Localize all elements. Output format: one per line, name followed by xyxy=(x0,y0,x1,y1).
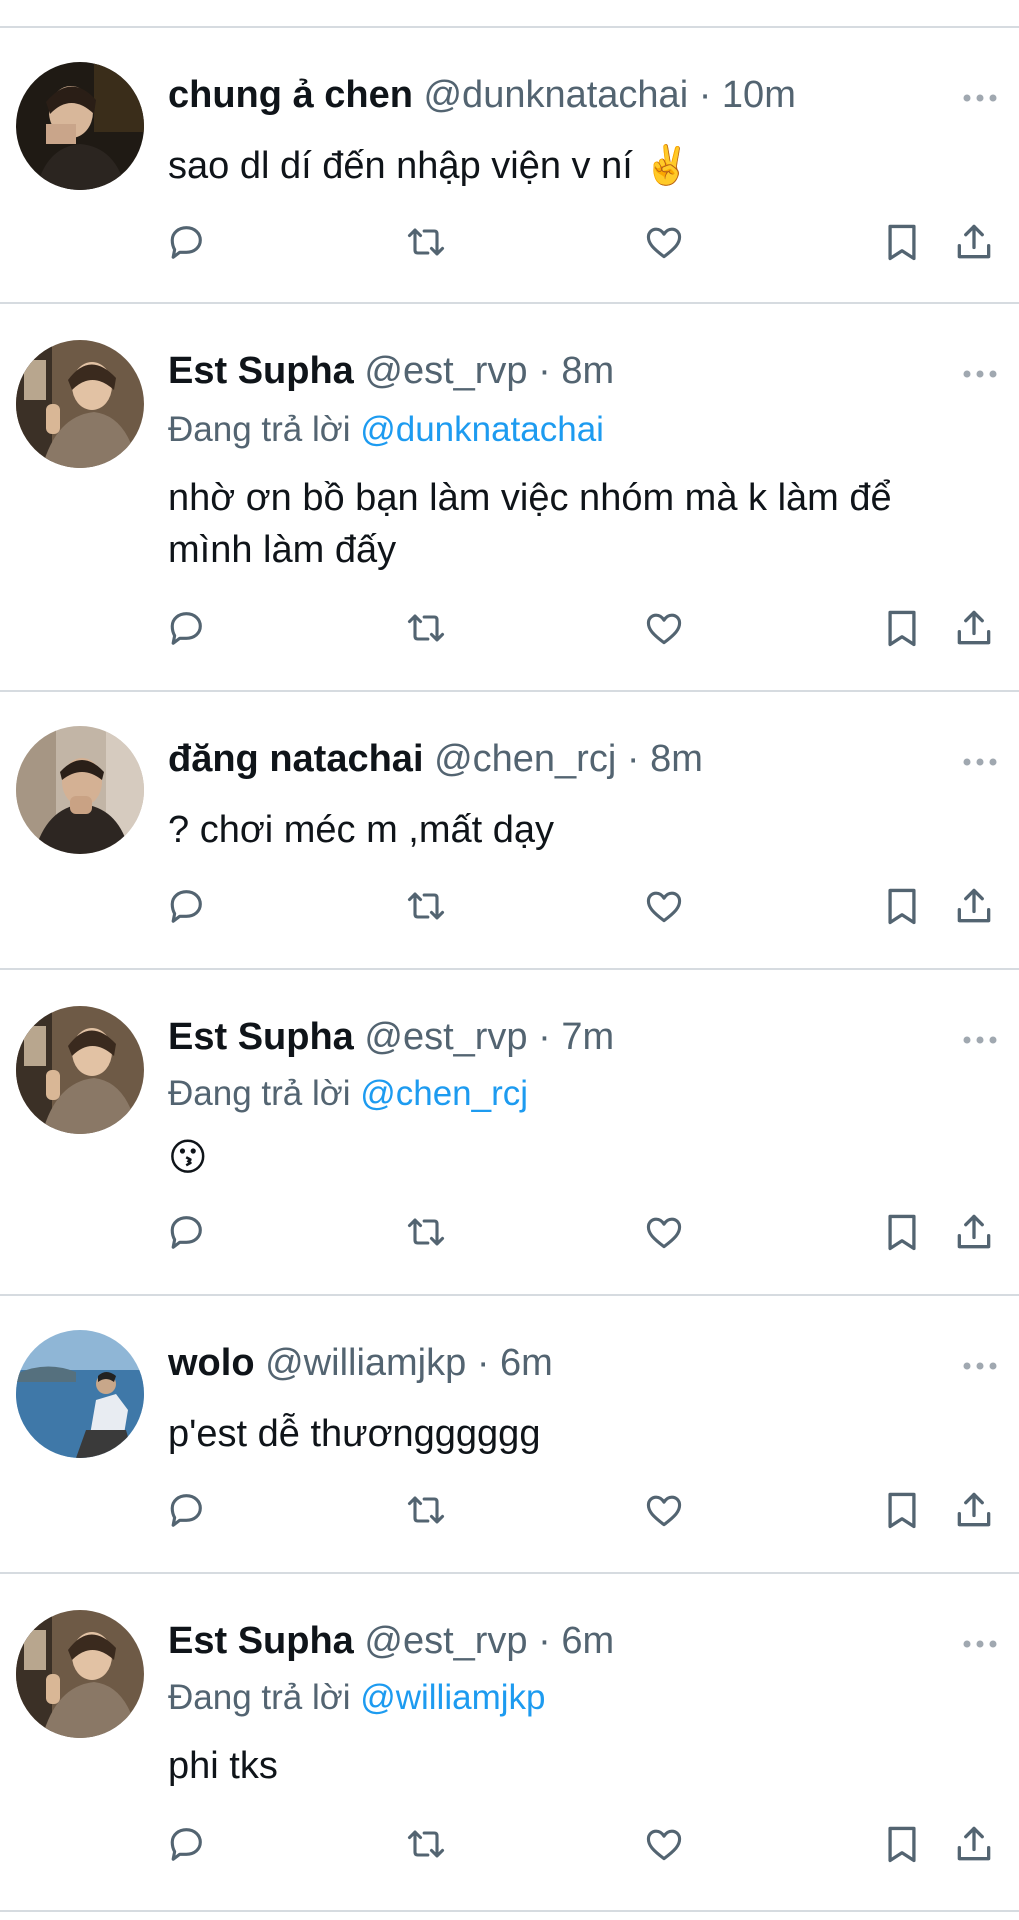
display-name[interactable]: đăng natachai xyxy=(168,738,424,780)
tweet-text: ? chơi méc m ,mất dạy xyxy=(168,809,555,851)
like-icon[interactable] xyxy=(642,606,686,650)
tweet-header: Est Supha @est_rvp · 6m xyxy=(168,1620,615,1662)
like-icon[interactable] xyxy=(642,884,686,928)
tweet-actions xyxy=(0,606,1019,656)
timestamp[interactable]: 8m xyxy=(561,350,614,392)
retweet-icon[interactable] xyxy=(404,884,448,928)
reply-icon[interactable] xyxy=(164,1488,208,1532)
reply-icon[interactable] xyxy=(164,606,208,650)
bookmark-icon[interactable] xyxy=(880,220,924,264)
mention-link[interactable]: @williamjkp xyxy=(360,1678,545,1717)
tweet-feed: chung ả chen @dunknatachai · 10m sao dl … xyxy=(0,0,1019,1920)
share-icon[interactable] xyxy=(952,220,996,264)
like-icon[interactable] xyxy=(642,1210,686,1254)
tweet-actions xyxy=(0,1488,1019,1538)
display-name[interactable]: Est Supha xyxy=(168,350,354,392)
more-options-icon[interactable] xyxy=(963,1358,997,1370)
divider xyxy=(0,1910,1019,1912)
more-options-icon[interactable] xyxy=(963,1032,997,1044)
tweet-header: Est Supha @est_rvp · 8m xyxy=(168,350,615,392)
mention-link[interactable]: @chen_rcj xyxy=(360,1074,528,1113)
display-name[interactable]: Est Supha xyxy=(168,1620,354,1662)
mention-link[interactable]: @dunknatachai xyxy=(360,410,604,449)
share-icon[interactable] xyxy=(952,1488,996,1532)
display-name[interactable]: chung ả chen xyxy=(168,74,413,116)
display-name[interactable]: Est Supha xyxy=(168,1016,354,1058)
timestamp[interactable]: 7m xyxy=(561,1016,614,1058)
avatar[interactable] xyxy=(16,340,144,468)
tweet-text: phi tks xyxy=(168,1745,278,1787)
share-icon[interactable] xyxy=(952,606,996,650)
tweet-actions xyxy=(0,220,1019,270)
replying-to: Đang trả lời @dunknatachai xyxy=(168,410,604,449)
bookmark-icon[interactable] xyxy=(880,1488,924,1532)
share-icon[interactable] xyxy=(952,884,996,928)
tweet[interactable]: chung ả chen @dunknatachai · 10m sao dl … xyxy=(0,28,1019,302)
retweet-icon[interactable] xyxy=(404,1488,448,1532)
tweet-text: p'est dễ thươngggggg xyxy=(168,1413,541,1455)
reply-icon[interactable] xyxy=(164,1822,208,1866)
avatar[interactable] xyxy=(16,1006,144,1134)
tweet[interactable]: đăng natachai @chen_rcj · 8m ? chơi méc … xyxy=(0,692,1019,966)
reply-icon[interactable] xyxy=(164,220,208,264)
user-handle[interactable]: @williamjkp xyxy=(265,1342,466,1384)
tweet[interactable]: Est Supha @est_rvp · 6m Đang trả lời @wi… xyxy=(0,1574,1019,1910)
user-handle[interactable]: @est_rvp xyxy=(364,1620,527,1662)
display-name[interactable]: wolo xyxy=(168,1342,255,1384)
user-handle[interactable]: @est_rvp xyxy=(364,1016,527,1058)
tweet-header: wolo @williamjkp · 6m xyxy=(168,1342,553,1384)
avatar[interactable] xyxy=(16,1610,144,1738)
avatar[interactable] xyxy=(16,62,144,190)
user-handle[interactable]: @est_rvp xyxy=(364,350,527,392)
reply-icon[interactable] xyxy=(164,1210,208,1254)
tweet-actions xyxy=(0,884,1019,934)
timestamp[interactable]: 6m xyxy=(500,1342,553,1384)
share-icon[interactable] xyxy=(952,1822,996,1866)
tweet-actions xyxy=(0,1210,1019,1260)
more-options-icon[interactable] xyxy=(963,754,997,766)
replying-to: Đang trả lời @williamjkp xyxy=(168,1678,546,1717)
more-options-icon[interactable] xyxy=(963,1636,997,1648)
retweet-icon[interactable] xyxy=(404,220,448,264)
retweet-icon[interactable] xyxy=(404,1822,448,1866)
replying-to: Đang trả lời @chen_rcj xyxy=(168,1074,529,1113)
share-icon[interactable] xyxy=(952,1210,996,1254)
tweet-text: sao dl dí đến nhập viện v ní ✌️ xyxy=(168,145,691,187)
bookmark-icon[interactable] xyxy=(880,606,924,650)
tweet-text: 😗 xyxy=(168,1137,208,1179)
bookmark-icon[interactable] xyxy=(880,1210,924,1254)
user-handle[interactable]: @chen_rcj xyxy=(434,738,616,780)
bookmark-icon[interactable] xyxy=(880,884,924,928)
bookmark-icon[interactable] xyxy=(880,1822,924,1866)
tweet-header: đăng natachai @chen_rcj · 8m xyxy=(168,738,703,780)
timestamp[interactable]: 10m xyxy=(722,74,796,116)
avatar[interactable] xyxy=(16,1330,144,1458)
user-handle[interactable]: @dunknatachai xyxy=(423,74,688,116)
reply-icon[interactable] xyxy=(164,884,208,928)
avatar[interactable] xyxy=(16,726,144,854)
more-options-icon[interactable] xyxy=(963,90,997,102)
retweet-icon[interactable] xyxy=(404,606,448,650)
tweet[interactable]: wolo @williamjkp · 6m p'est dễ thươngggg… xyxy=(0,1296,1019,1572)
tweet-text: nhờ ơn bồ bạn làm việc nhóm mà k làm để … xyxy=(168,477,892,571)
tweet[interactable]: Est Supha @est_rvp · 8m Đang trả lời @du… xyxy=(0,304,1019,690)
timestamp[interactable]: 6m xyxy=(561,1620,614,1662)
tweet[interactable]: Est Supha @est_rvp · 7m Đang trả lời @ch… xyxy=(0,970,1019,1294)
tweet-header: Est Supha @est_rvp · 7m xyxy=(168,1016,615,1058)
more-options-icon[interactable] xyxy=(963,366,997,378)
like-icon[interactable] xyxy=(642,1488,686,1532)
like-icon[interactable] xyxy=(642,1822,686,1866)
tweet-header: chung ả chen @dunknatachai · 10m xyxy=(168,74,796,116)
like-icon[interactable] xyxy=(642,220,686,264)
timestamp[interactable]: 8m xyxy=(650,738,703,780)
retweet-icon[interactable] xyxy=(404,1210,448,1254)
tweet-actions xyxy=(0,1822,1019,1872)
